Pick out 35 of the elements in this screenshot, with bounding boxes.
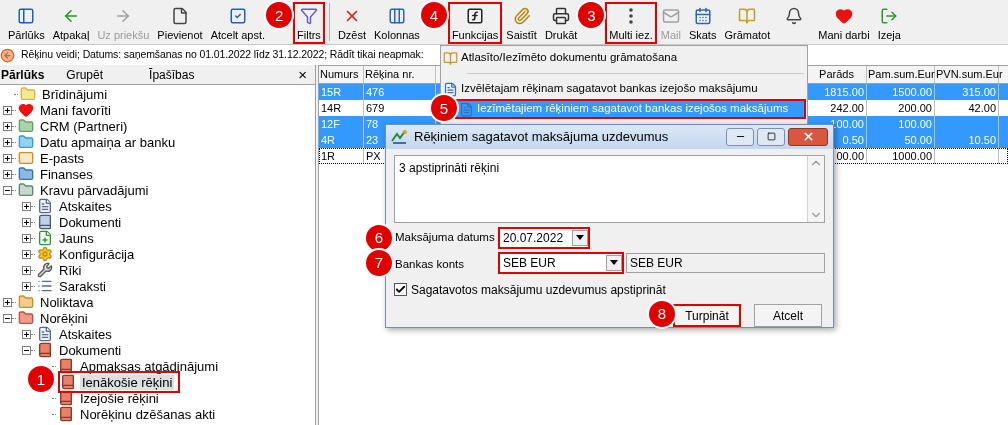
callout-badge: 1 [28, 366, 54, 392]
table-cell: PX [366, 150, 381, 162]
table-cell: 0.50 [842, 134, 864, 146]
table-cell: 78 [366, 118, 379, 130]
table-cell: 1000.00 [892, 150, 932, 162]
callout-badge: 6 [366, 224, 392, 251]
table-cell: 1R [321, 150, 336, 162]
table-cell: 242.00 [830, 102, 864, 114]
table-cell: 00.00 [836, 150, 864, 162]
field-label: Maksājuma datums [394, 229, 496, 245]
table-cell: 100.00 [898, 118, 932, 130]
table-cell: 476 [366, 86, 385, 98]
table-cell: 12F [321, 118, 340, 130]
dialog-title: Rēķiniem sagatavot maksājuma uzdevumus [414, 128, 669, 146]
table-cell: 23 [366, 134, 379, 146]
callout-badge: 5 [431, 95, 457, 121]
table-cell: 315.00 [962, 86, 996, 98]
table-cell: 50.00 [904, 134, 932, 146]
table-cell: 679 [366, 102, 385, 114]
table-cell: 200.00 [898, 102, 932, 114]
account-name-field: SEB EUR [626, 252, 825, 273]
filter-summary: Rēķinu veidi; Datums: saņemšanas no 01.01.2022 līdz 31.12.2022; Rādīt tikai neapmak: [21, 47, 424, 63]
callout-badge: 2 [266, 2, 293, 28]
table-cell: 42.00 [968, 102, 996, 114]
callout-badge: 7 [366, 249, 392, 276]
field-label: Bankas konts [395, 257, 465, 270]
table-cell: 10.50 [968, 134, 996, 146]
table-cell: 14R [321, 102, 342, 114]
table-cell: 15R [321, 86, 342, 98]
callout-badge: 4 [420, 2, 447, 28]
table-cell: 4R [321, 134, 336, 146]
callout-badge: 8 [649, 300, 675, 327]
table-cell: 1815.00 [824, 86, 864, 98]
table-cell: 1500.00 [892, 86, 932, 98]
callout-badge: 3 [578, 2, 605, 28]
